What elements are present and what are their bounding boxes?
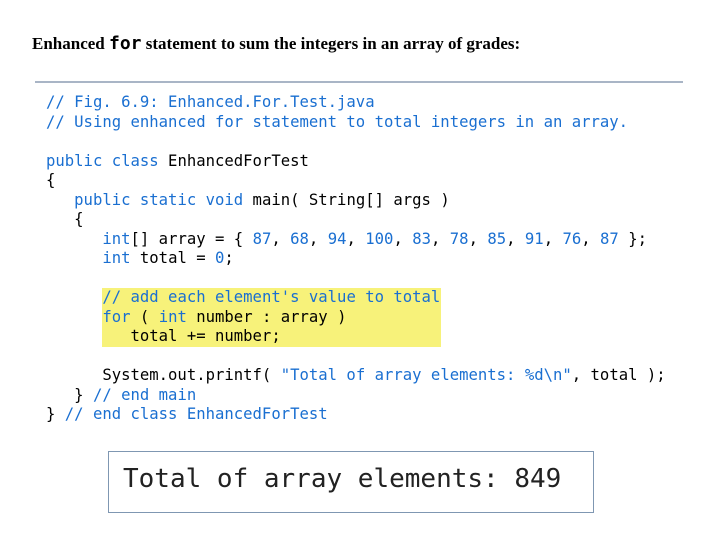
code-line: } // end main [46,385,197,404]
heading-keyword: for [109,33,142,54]
code-line: public static void main( String[] args ) [74,190,450,209]
code-line: for ( int number : array ) [102,307,347,326]
code-listing: // Fig. 6.9: Enhanced.For.Test.java// Us… [46,93,666,425]
code-line: int[] array = { 87, 68, 94, 100, 83, 78,… [102,229,647,248]
program-output-box: Total of array elements: 849 [108,451,594,513]
heading-prefix: Enhanced [32,34,109,53]
code-line: int total = 0; [102,249,234,267]
code-line: } // end class EnhancedForTest [46,405,328,423]
heading-suffix: statement to sum the integers in an arra… [141,34,521,53]
code-line: total += number; [46,327,281,345]
code-line: { [46,171,56,189]
slide-heading: Enhanced for statement to sum the intege… [32,33,520,54]
program-output-text: Total of array elements: 849 [123,464,562,494]
code-line: public class EnhancedForTest [46,151,309,170]
code-line: // add each element's value to total [102,288,441,306]
code-line: // Fig. 6.9: Enhanced.For.Test.java [46,93,375,111]
divider [35,81,683,83]
code-line: { [46,210,84,228]
code-line: System.out.printf( "Total of array eleme… [46,366,666,384]
code-line: // Using enhanced for statement to total… [46,112,629,131]
